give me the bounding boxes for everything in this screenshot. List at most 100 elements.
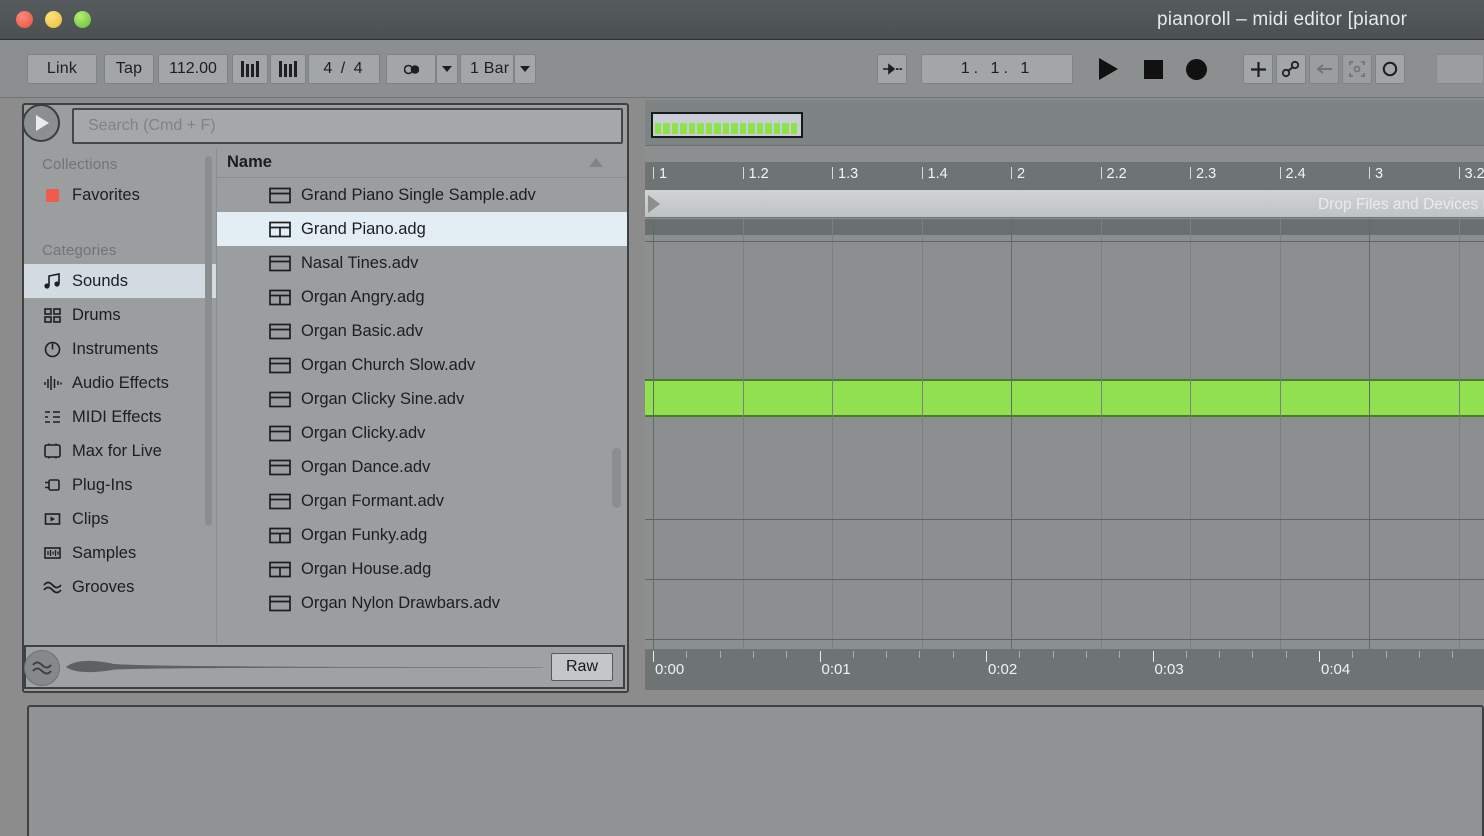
bar-ruler[interactable]: 1 1.2 1.3 1.4 2 2.2 2.3 2.4 3 3.2 [645, 162, 1484, 190]
circle-icon [1382, 61, 1398, 77]
preset-adv-icon [269, 323, 291, 339]
follow-toggle[interactable] [386, 54, 436, 84]
sidebar-item-label: Plug-Ins [72, 475, 133, 494]
browser-preview-play-button[interactable] [22, 104, 60, 142]
playhead-marker-icon[interactable] [648, 195, 660, 213]
groove-wave-icon [42, 577, 63, 597]
plugin-icon [42, 475, 63, 495]
file-list-item[interactable]: Grand Piano Single Sample.adv [217, 178, 627, 212]
draw-mode-button[interactable] [1243, 54, 1273, 84]
grid-vertical-line [1279, 219, 1281, 649]
stop-button[interactable] [1137, 53, 1169, 85]
file-list-header[interactable]: Name [217, 148, 627, 178]
file-list-item[interactable]: Organ House.adg [217, 552, 627, 586]
chevron-down-icon [520, 66, 530, 72]
minimize-button[interactable] [45, 11, 62, 28]
file-list-item[interactable]: Organ Formant.adv [217, 484, 627, 518]
file-list-item[interactable]: Organ Funky.adg [217, 518, 627, 552]
sidebar-item-grooves[interactable]: Grooves [24, 570, 216, 604]
file-list-scrollbar[interactable] [612, 448, 621, 508]
punch-in-button[interactable] [877, 54, 907, 84]
device-detail-panel[interactable] [27, 705, 1484, 836]
sidebar-item-plug-ins[interactable]: Plug-Ins [24, 468, 216, 502]
bar-ruler-tick: 3 [1368, 166, 1384, 182]
sidebar-item-label: Favorites [72, 185, 140, 204]
sidebar-item-max-for-live[interactable]: Max for Live [24, 434, 216, 468]
preset-adv-icon [269, 357, 291, 373]
grid-horizontal-line [645, 579, 1484, 580]
grid-vertical-line [1369, 219, 1370, 649]
sort-ascending-icon[interactable] [589, 158, 603, 167]
close-button[interactable] [16, 11, 33, 28]
overview-clip[interactable] [651, 112, 803, 138]
stop-icon [1143, 59, 1163, 79]
time-ruler[interactable]: 0:00 0:01 0:02 0:03 0:04 [645, 649, 1484, 690]
raw-button[interactable]: Raw [551, 653, 613, 681]
file-list-item[interactable]: Nasal Tines.adv [217, 246, 627, 280]
play-circle-icon [36, 115, 49, 131]
waveform-toggle-icon[interactable] [24, 650, 60, 686]
sidebar-item-label: MIDI Effects [72, 407, 162, 426]
overview-note [748, 123, 755, 134]
link-button[interactable]: Link [27, 54, 97, 84]
tempo-field[interactable]: 112.00 [158, 54, 228, 84]
grid-horizontal-line [645, 639, 1484, 640]
column-header-name: Name [227, 153, 272, 171]
time-ruler-tick [1385, 651, 1387, 658]
sidebar-item-sounds[interactable]: Sounds [24, 264, 216, 298]
record-button[interactable] [1180, 53, 1212, 85]
arrow-left-icon [1316, 64, 1332, 74]
preset-adv-icon [269, 187, 291, 203]
sidebar-item-samples[interactable]: Samples [24, 536, 216, 570]
key-map-button[interactable] [1375, 54, 1405, 84]
browser-sidebar: Collections Favorites Categories Sounds [24, 148, 216, 643]
arrangement-overview[interactable] [645, 100, 1484, 146]
time-ruler-tick [1085, 651, 1087, 658]
time-ruler-tick [1285, 651, 1287, 658]
sidebar-item-instruments[interactable]: Instruments [24, 332, 216, 366]
track-grid[interactable] [645, 219, 1484, 649]
sidebar-item-label: Samples [72, 543, 137, 562]
sidebar-item-label: Instruments [72, 339, 159, 358]
file-list-item[interactable]: Grand Piano.adg [217, 212, 627, 246]
midi-clip-note-row[interactable] [645, 379, 1484, 419]
follow-dropdown[interactable] [436, 54, 458, 84]
midi-list-icon [42, 407, 63, 427]
quantize-dropdown[interactable] [514, 54, 536, 84]
sidebar-item-label: Audio Effects [72, 373, 169, 392]
file-list-item-label: Grand Piano Single Sample.adv [301, 185, 536, 204]
time-ruler-tick [752, 651, 754, 658]
sample-icon [42, 543, 63, 563]
play-icon [1098, 58, 1118, 80]
overview-note [731, 123, 738, 134]
file-list-item[interactable]: Organ Dance.adv [217, 450, 627, 484]
file-list-item[interactable]: Organ Church Slow.adv [217, 348, 627, 382]
zoom-button[interactable] [74, 11, 91, 28]
automation-mode-button[interactable] [1276, 54, 1306, 84]
file-list-item[interactable]: Organ Clicky.adv [217, 416, 627, 450]
grid-vertical-line [653, 219, 654, 649]
time-ruler-tick [986, 651, 987, 662]
metronome-icon[interactable] [232, 54, 268, 84]
sidebar-item-drums[interactable]: Drums [24, 298, 216, 332]
sidebar-item-clips[interactable]: Clips [24, 502, 216, 536]
time-signature-field[interactable]: 4 / 4 [308, 54, 380, 84]
playhead-position-field[interactable]: 1. 1. 1 [921, 54, 1073, 84]
file-list-item[interactable]: Organ Angry.adg [217, 280, 627, 314]
grid-vertical-line [832, 219, 833, 649]
metronome-alt-icon[interactable] [270, 54, 306, 84]
file-list-item[interactable]: Organ Clicky Sine.adv [217, 382, 627, 416]
back-to-arrangement-button[interactable] [1309, 54, 1339, 84]
play-button[interactable] [1092, 53, 1124, 85]
quantize-value[interactable]: 1 Bar [460, 54, 514, 84]
loop-button[interactable] [1342, 54, 1372, 84]
sidebar-scrollbar[interactable] [205, 156, 212, 526]
file-list-item-label: Organ Basic.adv [301, 321, 423, 340]
sidebar-item-audio-effects[interactable]: Audio Effects [24, 366, 216, 400]
file-list-item[interactable]: Organ Basic.adv [217, 314, 627, 348]
sidebar-item-favorites[interactable]: Favorites [24, 178, 216, 212]
search-input[interactable]: Search (Cmd + F) [72, 108, 623, 144]
file-list-item[interactable]: Organ Nylon Drawbars.adv [217, 586, 627, 620]
tap-tempo-button[interactable]: Tap [104, 54, 154, 84]
sidebar-item-midi-effects[interactable]: MIDI Effects [24, 400, 216, 434]
